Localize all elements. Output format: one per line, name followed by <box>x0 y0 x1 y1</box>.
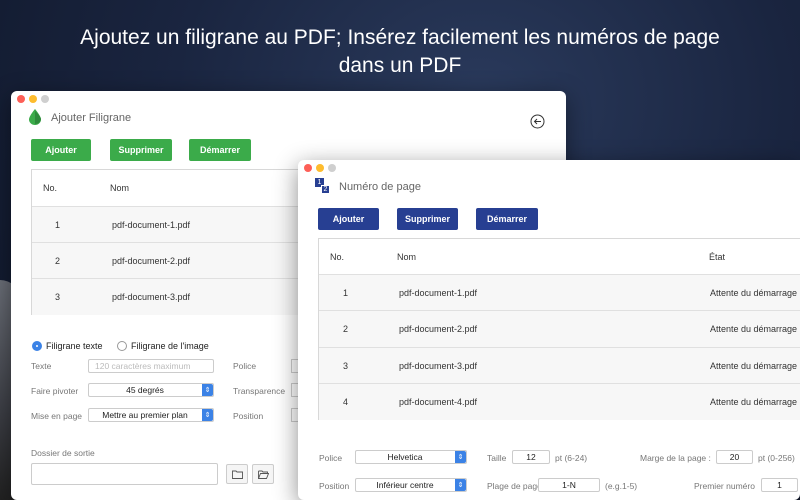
text-watermark-radio[interactable] <box>32 341 42 351</box>
layout-value: Mettre au premier plan <box>102 410 188 420</box>
headline-line-1: Ajoutez un filigrane au PDF; Insérez fac… <box>80 26 720 49</box>
layout-label: Mise en page <box>31 411 83 421</box>
row-number: 1 <box>55 219 61 230</box>
file-table: No. Nom 1 pdf-document-1.pdf 2 pdf-docum… <box>31 169 331 315</box>
rotate-select[interactable]: 45 degrés ⇕ <box>88 383 214 397</box>
chevron-updown-icon: ⇕ <box>455 479 466 491</box>
table-header: No. Nom <box>32 170 330 207</box>
add-button[interactable]: Ajouter <box>31 139 91 161</box>
start-button[interactable]: Démarrer <box>476 208 538 230</box>
row-file-name: pdf-document-2.pdf <box>112 255 191 266</box>
page-range-input[interactable]: 1-N <box>538 478 600 492</box>
table-row[interactable]: 2 pdf-document-2.pdf Attente du démarrag… <box>319 311 800 348</box>
zoom-window-button[interactable] <box>328 164 336 172</box>
folder-icon <box>231 470 243 479</box>
margin-input[interactable]: 20 <box>716 450 753 464</box>
delete-button[interactable]: Supprimer <box>397 208 458 230</box>
row-state: Attente du démarrage <box>710 397 798 407</box>
window-title: Ajouter Filigrane <box>51 112 132 124</box>
table-row[interactable]: 3 pdf-document-3.pdf Attente du démarrag… <box>319 348 800 384</box>
headline: Ajoutez un filigrane au PDF; Insérez fac… <box>0 24 800 80</box>
watermark-text-input[interactable]: 120 caractères maximum <box>88 359 214 373</box>
column-header-name: Nom <box>397 251 417 262</box>
page-number-window: 1 2 Numéro de page Ajouter Supprimer Dém… <box>298 160 800 500</box>
back-arrow-icon[interactable] <box>530 114 545 129</box>
position-label: Position <box>233 411 264 421</box>
window-title: Numéro de page <box>339 181 421 193</box>
zoom-window-button[interactable] <box>41 95 49 103</box>
size-hint: pt (6-24) <box>555 453 588 463</box>
open-folder-button[interactable] <box>252 464 274 484</box>
first-number-label: Premier numéro <box>694 481 755 491</box>
table-row[interactable]: 1 pdf-document-1.pdf Attente du démarrag… <box>319 275 800 311</box>
transparency-label: Transparence <box>233 386 286 396</box>
size-input[interactable]: 12 <box>512 450 550 464</box>
row-file-name: pdf-document-3.pdf <box>399 360 478 371</box>
row-state: Attente du démarrage <box>710 287 798 298</box>
row-file-name: pdf-document-2.pdf <box>399 324 478 334</box>
position-select[interactable]: Inférieur centre ⇕ <box>355 478 467 492</box>
row-number: 1 <box>343 287 349 298</box>
output-folder-input[interactable] <box>31 463 218 485</box>
minimize-window-button[interactable] <box>316 164 324 172</box>
layout-select[interactable]: Mettre au premier plan ⇕ <box>88 408 214 422</box>
start-button[interactable]: Démarrer <box>189 139 251 161</box>
chevron-updown-icon: ⇕ <box>202 409 213 421</box>
font-value: Helvetica <box>387 452 423 462</box>
column-header-name: Nom <box>110 183 130 193</box>
rotate-label: Faire pivoter <box>31 386 79 396</box>
row-file-name: pdf-document-4.pdf <box>399 397 478 407</box>
headline-line-2: dans un PDF <box>338 54 462 77</box>
page-number-icon-digit-two: 2 <box>321 185 330 194</box>
open-folder-icon <box>257 470 269 479</box>
position-value: Inférieur centre <box>376 480 434 490</box>
row-number: 4 <box>343 397 349 407</box>
output-folder-label: Dossier de sortie <box>31 448 95 458</box>
row-file-name: pdf-document-3.pdf <box>112 292 191 302</box>
table-header: No. Nom État <box>319 239 800 275</box>
row-number: 3 <box>55 292 61 302</box>
close-window-button[interactable] <box>304 164 312 172</box>
window-controls <box>304 164 336 172</box>
row-file-name: pdf-document-1.pdf <box>399 287 478 298</box>
row-number: 2 <box>55 255 61 266</box>
close-window-button[interactable] <box>17 95 25 103</box>
row-number: 2 <box>343 324 349 334</box>
row-number: 3 <box>343 360 349 371</box>
table-row[interactable]: 1 pdf-document-1.pdf <box>32 207 330 243</box>
row-state: Attente du démarrage <box>710 360 798 371</box>
column-header-state: État <box>709 251 726 262</box>
page-range-hint: (e.g.1-5) <box>605 481 638 491</box>
delete-button[interactable]: Supprimer <box>110 139 172 161</box>
font-select[interactable]: Helvetica ⇕ <box>355 450 467 464</box>
margin-hint: pt (0-256) <box>758 453 795 463</box>
table-row[interactable]: 3 pdf-document-3.pdf <box>32 279 330 315</box>
text-watermark-label: Filigrane texte <box>46 341 103 351</box>
rotate-value: 45 degrés <box>126 385 164 395</box>
text-label: Texte <box>31 361 52 371</box>
window-controls <box>17 95 49 103</box>
size-label: Taille <box>487 453 507 463</box>
position-label: Position <box>319 481 350 491</box>
add-button[interactable]: Ajouter <box>318 208 379 230</box>
image-watermark-label: Filigrane de l'image <box>131 341 209 351</box>
file-table: No. Nom État 1 pdf-document-1.pdf Attent… <box>318 238 800 420</box>
first-number-input[interactable]: 1 <box>761 478 798 492</box>
image-watermark-radio[interactable] <box>117 341 127 351</box>
browse-folder-button[interactable] <box>226 464 248 484</box>
margin-label: Marge de la page : <box>640 453 711 463</box>
minimize-window-button[interactable] <box>29 95 37 103</box>
column-header-no: No. <box>330 251 345 262</box>
column-header-no: No. <box>43 183 58 193</box>
font-label: Police <box>319 453 343 463</box>
water-drop-icon <box>29 109 41 125</box>
table-row[interactable]: 4 pdf-document-4.pdf Attente du démarrag… <box>319 384 800 420</box>
font-label: Police <box>233 361 257 371</box>
page-number-icon: 1 2 <box>315 178 331 194</box>
row-file-name: pdf-document-1.pdf <box>112 219 191 230</box>
chevron-updown-icon: ⇕ <box>202 384 213 396</box>
chevron-updown-icon: ⇕ <box>455 451 466 463</box>
row-state: Attente du démarrage <box>710 324 798 334</box>
table-row[interactable]: 2 pdf-document-2.pdf <box>32 243 330 279</box>
